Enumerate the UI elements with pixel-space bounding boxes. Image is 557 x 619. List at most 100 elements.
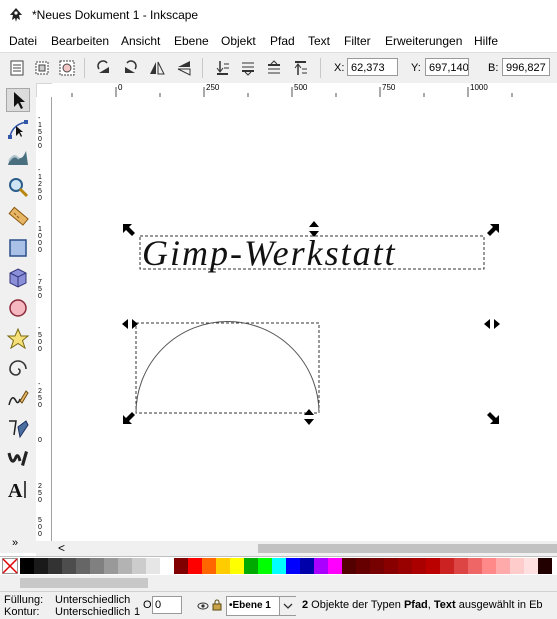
pencil-tool[interactable]	[6, 387, 30, 411]
color-swatch[interactable]	[90, 558, 104, 574]
handle-ne-icon[interactable]	[487, 224, 499, 236]
lower-icon[interactable]	[239, 59, 257, 77]
color-swatch[interactable]	[342, 558, 356, 574]
width-field[interactable]: 996,827	[502, 58, 550, 76]
flip-horizontal-icon[interactable]	[148, 59, 166, 77]
drawing-canvas[interactable]: Gimp-Werkstatt	[52, 97, 557, 541]
rotate-cw-icon[interactable]	[121, 59, 139, 77]
semicircle-path[interactable]	[135, 321, 320, 414]
color-swatch[interactable]	[34, 558, 48, 574]
color-swatch[interactable]	[496, 558, 510, 574]
menu-erweiterungen[interactable]: Erweiterungen	[385, 34, 462, 48]
select-all-layers-icon[interactable]	[33, 59, 51, 77]
handle-sw-icon[interactable]	[123, 412, 135, 424]
color-swatch[interactable]	[48, 558, 62, 574]
color-swatch[interactable]	[538, 558, 552, 574]
color-swatch[interactable]	[188, 558, 202, 574]
menu-objekt[interactable]: Objekt	[221, 34, 256, 48]
node-tool[interactable]	[6, 117, 30, 141]
invert-selection-icon[interactable]	[58, 59, 76, 77]
menu-pfad[interactable]: Pfad	[270, 34, 295, 48]
text-tool[interactable]: A	[6, 477, 30, 502]
y-field[interactable]: 697,140	[425, 58, 469, 76]
color-swatch[interactable]	[454, 558, 468, 574]
lower-to-bottom-icon[interactable]	[213, 59, 231, 77]
color-swatch[interactable]	[314, 558, 328, 574]
color-swatch[interactable]	[286, 558, 300, 574]
gimp-werkstatt-text[interactable]: Gimp-Werkstatt	[142, 233, 397, 273]
handle-nw-icon[interactable]	[123, 224, 135, 236]
menu-filter[interactable]: Filter	[344, 34, 371, 48]
color-swatch[interactable]	[244, 558, 258, 574]
stroke-width[interactable]: 1	[134, 606, 140, 618]
x-field[interactable]: 62,373	[347, 58, 398, 76]
color-swatch[interactable]	[76, 558, 90, 574]
color-swatch[interactable]	[328, 558, 342, 574]
color-swatch[interactable]	[258, 558, 272, 574]
palette-scroll-thumb[interactable]	[20, 578, 148, 588]
color-swatch[interactable]	[20, 558, 34, 574]
handle-se-icon[interactable]	[487, 412, 499, 424]
menu-datei[interactable]: Datei	[9, 34, 37, 48]
tweak-tool[interactable]	[6, 145, 30, 169]
color-swatch[interactable]	[356, 558, 370, 574]
color-swatch[interactable]	[104, 558, 118, 574]
color-swatch[interactable]	[426, 558, 440, 574]
color-swatch[interactable]	[132, 558, 146, 574]
measure-tool[interactable]	[6, 205, 30, 229]
raise-to-top-icon[interactable]	[291, 59, 309, 77]
opacity-field[interactable]: 0	[152, 596, 182, 614]
color-swatch[interactable]	[370, 558, 384, 574]
spiral-tool[interactable]	[6, 357, 30, 381]
scroll-thumb[interactable]	[258, 544, 557, 553]
pen-tool[interactable]	[6, 417, 30, 441]
color-swatch[interactable]	[230, 558, 244, 574]
star-tool[interactable]	[6, 327, 30, 351]
color-swatch[interactable]	[300, 558, 314, 574]
color-swatch[interactable]	[468, 558, 482, 574]
color-swatch[interactable]	[174, 558, 188, 574]
color-swatch[interactable]	[384, 558, 398, 574]
menu-hilfe[interactable]: Hilfe	[474, 34, 498, 48]
color-swatch[interactable]	[272, 558, 286, 574]
color-swatch[interactable]	[146, 558, 160, 574]
color-swatch[interactable]	[62, 558, 76, 574]
menu-text[interactable]: Text	[308, 34, 330, 48]
flip-vertical-icon[interactable]	[175, 59, 193, 77]
color-swatch[interactable]	[216, 558, 230, 574]
more-tools-chevron[interactable]: »	[12, 537, 18, 549]
color-swatch[interactable]	[440, 558, 454, 574]
handle-e-icon[interactable]	[484, 319, 500, 329]
layer-selector[interactable]: •Ebene 1	[226, 596, 296, 616]
fill-value[interactable]: Unterschiedlich	[55, 594, 130, 606]
zoom-tool[interactable]	[6, 175, 30, 199]
3d-box-tool[interactable]	[6, 266, 30, 290]
color-swatch[interactable]	[118, 558, 132, 574]
rotate-ccw-icon[interactable]	[95, 59, 113, 77]
no-paint-icon[interactable]	[2, 558, 18, 574]
raise-icon[interactable]	[265, 59, 283, 77]
color-swatch[interactable]	[412, 558, 426, 574]
handle-s-icon[interactable]	[304, 409, 314, 425]
palette-scrollbar[interactable]	[0, 575, 557, 591]
color-swatch[interactable]	[160, 558, 174, 574]
calligraphy-tool[interactable]	[6, 447, 30, 471]
color-swatch[interactable]	[398, 558, 412, 574]
menu-ansicht[interactable]: Ansicht	[121, 34, 160, 48]
lock-icon[interactable]	[212, 599, 222, 611]
menu-bearbeiten[interactable]: Bearbeiten	[51, 34, 109, 48]
horizontal-scrollbar[interactable]: <	[36, 541, 557, 556]
rectangle-tool[interactable]	[6, 236, 30, 260]
color-swatch[interactable]	[510, 558, 524, 574]
color-swatch[interactable]	[202, 558, 216, 574]
ellipse-tool[interactable]	[6, 296, 30, 320]
eye-visibility-icon[interactable]	[197, 600, 209, 612]
color-swatch[interactable]	[482, 558, 496, 574]
color-swatch[interactable]	[524, 558, 538, 574]
layer-dropdown-button[interactable]	[279, 597, 296, 615]
select-all-icon[interactable]	[8, 59, 26, 77]
menu-ebene[interactable]: Ebene	[174, 34, 209, 48]
selector-tool[interactable]	[6, 88, 30, 112]
stroke-value[interactable]: Unterschiedlich	[55, 606, 130, 618]
scroll-left-arrow[interactable]: <	[58, 541, 65, 555]
